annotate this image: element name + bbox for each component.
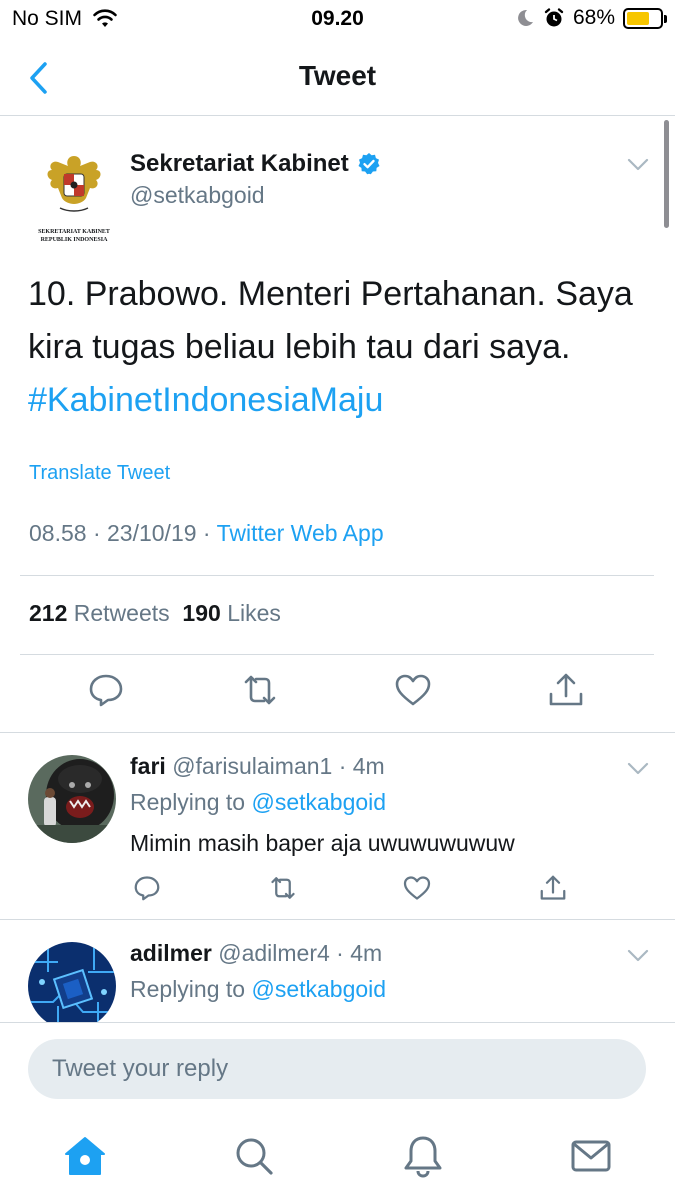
translate-tweet-link[interactable]: Translate Tweet xyxy=(29,462,170,485)
like-icon[interactable] xyxy=(402,873,432,903)
reply-text: Mimin masih baper aja uwuwuwuwuw xyxy=(130,830,515,856)
reply-author-name[interactable]: adilmer xyxy=(130,940,212,966)
share-icon[interactable] xyxy=(538,873,568,903)
retweets-label[interactable]: Retweets xyxy=(74,600,170,626)
author-name[interactable]: Sekretariat Kabinet xyxy=(130,150,381,178)
timestamp: 08.58 · 23/10/19 · xyxy=(29,520,217,546)
tab-bar xyxy=(0,1122,675,1200)
status-bar: No SIM 09.20 68% xyxy=(0,0,675,38)
reply-tweet[interactable]: adilmer @adilmer4 · 4m Replying to @setk… xyxy=(0,920,675,1022)
battery-percent: 68% xyxy=(572,6,615,29)
author-handle[interactable]: @setkabgoid xyxy=(130,182,265,209)
replying-to: Replying to @setkabgoid xyxy=(130,976,387,1002)
mention-link[interactable]: @setkabgoid xyxy=(251,976,386,1002)
reply-icon[interactable] xyxy=(86,670,126,710)
avatar[interactable] xyxy=(28,755,116,843)
avatar[interactable] xyxy=(28,942,116,1022)
reply-header: fari @farisulaiman1 · 4m xyxy=(130,753,385,780)
divider xyxy=(20,575,654,576)
status-right: 68% xyxy=(515,6,667,30)
mention-link[interactable]: @setkabgoid xyxy=(251,789,386,815)
tweet-actions xyxy=(0,670,675,720)
divider xyxy=(0,732,675,733)
alarm-icon xyxy=(544,8,564,27)
navigation-bar: Tweet xyxy=(0,38,675,116)
divider xyxy=(20,654,654,655)
source-link[interactable]: Twitter Web App xyxy=(217,520,384,546)
share-icon[interactable] xyxy=(546,670,586,710)
moon-icon xyxy=(518,9,533,26)
like-icon[interactable] xyxy=(393,670,433,710)
replying-to: Replying to @setkabgoid xyxy=(130,789,387,815)
reply-composer: Tweet your reply xyxy=(0,1022,675,1122)
hashtag-link[interactable]: #KabinetIndonesiaMaju xyxy=(28,374,648,427)
messages-icon[interactable] xyxy=(569,1134,613,1178)
circuit-chip-avatar-image xyxy=(28,942,116,1022)
tweet-meta: 08.58 · 23/10/19 · Twitter Web App xyxy=(29,520,384,547)
retweet-icon[interactable] xyxy=(240,670,280,710)
tweet-text: 10. Prabowo. Menteri Pertahanan. Saya ki… xyxy=(28,268,648,427)
reply-time: · 4m xyxy=(332,753,385,779)
chevron-down-icon[interactable] xyxy=(627,158,649,172)
logo-caption: SEKRETARIAT KABINET REPUBLIK INDONESIA xyxy=(38,229,110,243)
author-avatar[interactable]: SEKRETARIAT KABINET REPUBLIK INDONESIA xyxy=(28,148,120,248)
home-icon[interactable] xyxy=(63,1134,107,1178)
battery-icon xyxy=(623,7,667,29)
likes-count[interactable]: 190 xyxy=(182,600,220,626)
tweet-stats: 212 Retweets 190 Likes xyxy=(29,600,281,627)
notifications-icon[interactable] xyxy=(401,1134,445,1178)
reply-author-name[interactable]: fari xyxy=(130,753,166,779)
reply-time: · 4m xyxy=(329,940,383,966)
search-icon[interactable] xyxy=(232,1134,276,1178)
gorilla-avatar-image xyxy=(28,755,116,843)
chevron-down-icon[interactable] xyxy=(627,949,649,963)
reply-author-handle[interactable]: @adilmer4 xyxy=(218,940,330,966)
reply-icon[interactable] xyxy=(132,873,162,903)
chevron-down-icon[interactable] xyxy=(627,762,649,776)
scroll-indicator xyxy=(664,120,669,228)
reply-author-handle[interactable]: @farisulaiman1 xyxy=(172,753,332,779)
reply-input[interactable]: Tweet your reply xyxy=(28,1039,646,1099)
garuda-emblem-icon xyxy=(47,156,101,212)
reply-header: adilmer @adilmer4 · 4m xyxy=(130,940,382,967)
retweet-icon[interactable] xyxy=(268,873,298,903)
retweets-count[interactable]: 212 xyxy=(29,600,67,626)
likes-label[interactable]: Likes xyxy=(227,600,281,626)
page-title: Tweet xyxy=(298,60,377,91)
verified-badge-icon xyxy=(358,153,380,175)
